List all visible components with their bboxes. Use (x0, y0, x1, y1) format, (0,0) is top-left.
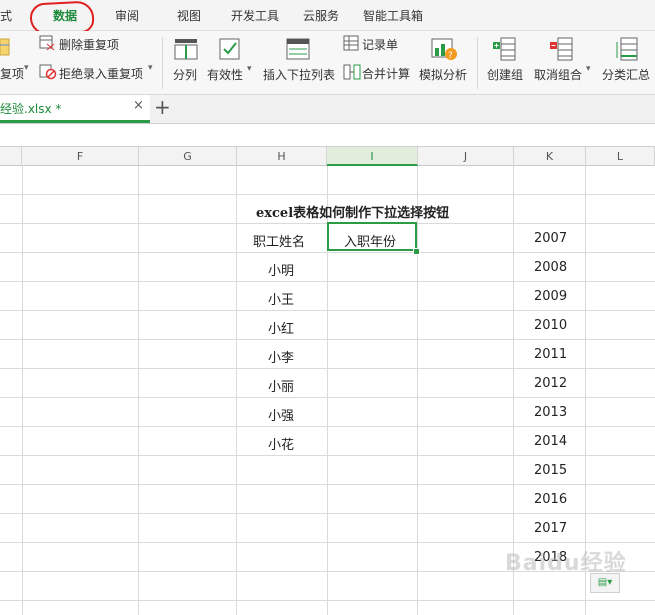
menu-smart-tools[interactable]: 智能工具箱 (363, 0, 423, 30)
column-header-j[interactable]: J (418, 147, 514, 166)
file-tab[interactable]: 经验.xlsx * × (0, 95, 150, 123)
ribbon-toolbar: 复项 ▾ 删除重复项 拒绝录入重复项 ▾ 分列 有效性 ▾ 插入下拉列表 记录单… (0, 31, 655, 95)
grid-line (0, 281, 655, 282)
header-name-cell[interactable]: 职工姓名 (253, 231, 305, 250)
year-cell[interactable]: 2010 (534, 318, 567, 333)
column-header-k[interactable]: K (514, 147, 586, 166)
subtotal-button[interactable]: 分类汇总 (602, 66, 650, 83)
insert-dropdown-button[interactable]: 插入下拉列表 (263, 66, 335, 83)
split-column-icon (174, 39, 198, 60)
menu-view[interactable]: 视图 (177, 0, 201, 30)
grid-line (138, 166, 139, 615)
name-cell[interactable]: 小红 (268, 318, 294, 337)
name-cell[interactable]: 小李 (268, 347, 294, 366)
split-button[interactable]: 分列 (173, 66, 197, 83)
chevron-down-icon[interactable]: ▾ (148, 63, 153, 73)
duplicates-label[interactable]: 复项 (0, 65, 24, 82)
what-if-icon: ? (431, 38, 457, 61)
column-header-g[interactable]: G (139, 147, 237, 166)
remove-duplicates-button[interactable]: 删除重复项 (59, 36, 119, 53)
record-form-button[interactable]: 记录单 (362, 36, 398, 53)
formula-bar[interactable] (0, 124, 655, 147)
grid-line (0, 455, 655, 456)
menu-review[interactable]: 审阅 (115, 0, 139, 30)
grid-line (0, 368, 655, 369)
validation-button[interactable]: 有效性 (207, 66, 243, 83)
create-group-button[interactable]: 创建组 (487, 66, 523, 83)
column-header-i[interactable]: I (327, 147, 418, 166)
grid-line (417, 166, 418, 615)
name-cell[interactable]: 小强 (268, 405, 294, 424)
create-group-icon (493, 37, 516, 61)
menu-bar: 式 数据 审阅 视图 开发工具 云服务 智能工具箱 (0, 0, 655, 36)
highlight-duplicates-icon[interactable] (0, 37, 10, 57)
file-tab-name: 经验.xlsx * (0, 102, 62, 116)
file-tab-bar: 经验.xlsx * × + (0, 95, 655, 124)
record-form-icon (343, 35, 359, 51)
grid-line (0, 310, 655, 311)
remove-duplicates-icon (39, 35, 55, 51)
year-cell[interactable]: 2009 (534, 289, 567, 304)
chevron-down-icon[interactable]: ▾ (24, 63, 29, 73)
grid-line (0, 194, 655, 195)
subtotal-icon (616, 37, 638, 61)
menu-format[interactable]: 式 (0, 0, 12, 30)
chevron-down-icon[interactable]: ▾ (586, 64, 591, 74)
column-header-partial[interactable] (0, 147, 22, 166)
toolbar-divider (477, 37, 478, 89)
year-cell[interactable]: 2013 (534, 405, 567, 420)
grid-line (236, 166, 237, 615)
grid-line (0, 542, 655, 543)
reject-duplicates-button[interactable]: 拒绝录入重复项 (59, 65, 143, 82)
active-cell-border[interactable] (327, 222, 417, 251)
fill-handle[interactable] (413, 248, 420, 255)
svg-text:?: ? (448, 51, 453, 61)
add-tab-icon[interactable]: + (154, 95, 171, 119)
column-header-h[interactable]: H (237, 147, 327, 166)
reject-duplicates-icon (39, 64, 57, 80)
grid-line (0, 252, 655, 253)
what-if-button[interactable]: 模拟分析 (419, 66, 467, 83)
grid-line (0, 397, 655, 398)
insert-dropdown-icon (286, 38, 310, 60)
grid-line (22, 166, 23, 615)
name-cell[interactable]: 小王 (268, 289, 294, 308)
grid-line (0, 426, 655, 427)
menu-developer[interactable]: 开发工具 (231, 0, 279, 30)
year-cell[interactable]: 2014 (534, 434, 567, 449)
grid-line (0, 513, 655, 514)
year-cell[interactable]: 2016 (534, 492, 567, 507)
merge-calc-button[interactable]: 合并计算 (362, 65, 410, 82)
ungroup-icon (550, 37, 573, 61)
validation-icon (219, 38, 240, 60)
menu-cloud[interactable]: 云服务 (303, 0, 339, 30)
sheet-title-cell[interactable]: excel表格如何制作下拉选择按钮 (256, 202, 449, 221)
paste-options-icon[interactable]: ▤▾ (590, 573, 620, 593)
year-cell[interactable]: 2017 (534, 521, 567, 536)
year-cell[interactable]: 2015 (534, 463, 567, 478)
name-cell[interactable]: 小丽 (268, 376, 294, 395)
column-header-f[interactable]: F (22, 147, 139, 166)
name-cell[interactable]: 小花 (268, 434, 294, 453)
chevron-down-icon[interactable]: ▾ (247, 64, 252, 74)
toolbar-divider (162, 37, 163, 89)
column-header-l[interactable]: L (586, 147, 655, 166)
name-cell[interactable]: 小明 (268, 260, 294, 279)
year-cell[interactable]: 2008 (534, 260, 567, 275)
grid-line (0, 339, 655, 340)
ungroup-button[interactable]: 取消组合 (534, 66, 582, 83)
grid-line (0, 484, 655, 485)
year-cell[interactable]: 2011 (534, 347, 567, 362)
year-cell[interactable]: 2007 (534, 231, 567, 246)
year-cell[interactable]: 2012 (534, 376, 567, 391)
grid-line (0, 600, 655, 601)
close-icon[interactable]: × (133, 98, 144, 113)
merge-calc-icon (343, 64, 361, 80)
